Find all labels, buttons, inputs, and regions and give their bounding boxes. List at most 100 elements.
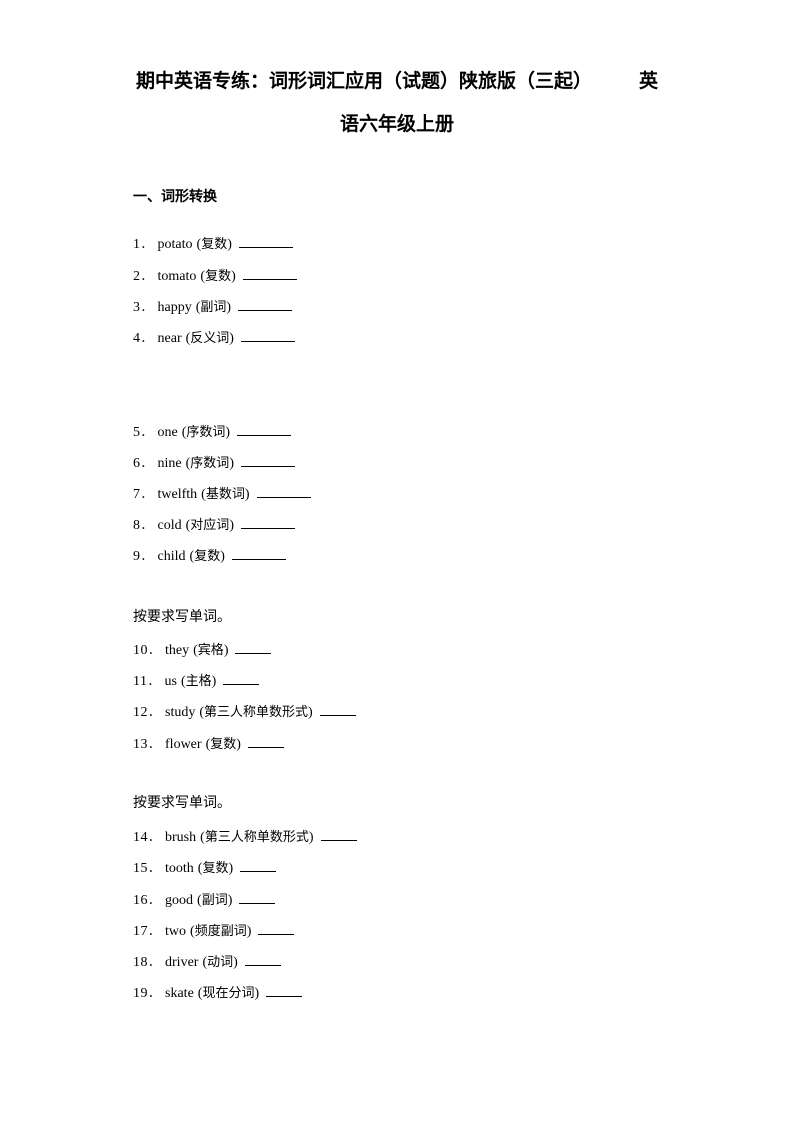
- answer-blank[interactable]: [240, 453, 295, 467]
- question-item: 3 ． happy (副词): [133, 297, 293, 316]
- hint-text: 主格: [185, 674, 212, 689]
- question-word: potato: [157, 237, 193, 252]
- hint-close-paren: ): [308, 830, 314, 845]
- question-item: 14 ． brush (第三人称单数形式): [133, 827, 357, 846]
- question-number-dot: ．: [148, 830, 161, 844]
- question-item: 7 ． twelfth (基数词): [133, 484, 311, 503]
- hint-text: 反义词: [190, 331, 230, 346]
- answer-blank[interactable]: [235, 640, 272, 654]
- question-hint: (宾格): [193, 643, 228, 659]
- section-1-heading: 一、词形转换: [133, 189, 217, 205]
- question-item: 19 ． skate (现在分词): [133, 983, 303, 1002]
- question-item: 4 ． near (反义词): [133, 328, 295, 347]
- question-number-dot: ．: [140, 518, 153, 532]
- question-item: 9 ． child (复数): [133, 546, 286, 565]
- question-word: tooth: [165, 861, 194, 876]
- answer-blank[interactable]: [238, 297, 293, 311]
- question-number-dot: ．: [148, 643, 161, 657]
- question-item: 11 ． us (主格): [133, 671, 260, 690]
- answer-blank[interactable]: [320, 827, 357, 841]
- question-number-dot: ．: [140, 269, 153, 283]
- document-title-line-2: 语六年级上册: [339, 113, 454, 135]
- question-number: 8: [133, 518, 141, 533]
- hint-close-paren: ): [254, 986, 260, 1001]
- question-word: they: [165, 643, 190, 658]
- hint-close-paren: ): [225, 425, 231, 440]
- hint-close-paren: ): [220, 549, 225, 564]
- hint-text: 动词: [207, 955, 234, 970]
- question-item: 12 ． study (第三人称单数形式): [133, 702, 356, 721]
- hint-close-paren: ): [308, 705, 313, 720]
- answer-blank[interactable]: [256, 484, 311, 498]
- answer-blank[interactable]: [237, 422, 292, 436]
- hint-text: 复数: [210, 737, 237, 752]
- question-number-dot: ．: [148, 955, 161, 969]
- hint-text: 序数词: [190, 456, 230, 471]
- question-number: 19: [133, 986, 148, 1001]
- question-number: 18: [133, 955, 148, 970]
- answer-blank[interactable]: [244, 952, 281, 966]
- answer-blank[interactable]: [239, 890, 276, 904]
- question-item: 1 ． potato (复数): [133, 234, 293, 253]
- answer-blank[interactable]: [238, 234, 293, 248]
- question-item: 10 ． they (宾格): [133, 640, 272, 659]
- question-number: 15: [133, 861, 148, 876]
- hint-close-paren: ): [233, 955, 238, 970]
- answer-blank[interactable]: [240, 515, 295, 529]
- question-number: 14: [133, 830, 148, 845]
- question-word: flower: [165, 737, 202, 752]
- question-hint: (基数词): [201, 487, 249, 503]
- question-word: child: [157, 549, 186, 564]
- title-main-text: 期中英语专练：词形词汇应用（试题）陕旅版（三起）: [136, 70, 593, 92]
- hint-close-paren: ): [246, 924, 252, 939]
- question-hint: (反义词): [186, 331, 234, 347]
- question-number-dot: ．: [140, 487, 153, 501]
- hint-close-paren: ): [223, 643, 229, 658]
- hint-close-paren: ): [229, 456, 234, 471]
- hint-close-paren: ): [236, 737, 241, 752]
- question-hint: (主格): [181, 674, 216, 690]
- question-number-dot: ．: [148, 737, 161, 751]
- question-number-dot: ．: [140, 425, 153, 439]
- question-word: tomato: [157, 269, 197, 284]
- question-word: skate: [165, 986, 194, 1001]
- answer-blank[interactable]: [240, 858, 277, 872]
- answer-blank[interactable]: [242, 266, 297, 280]
- answer-blank[interactable]: [231, 546, 286, 560]
- question-hint: (对应词): [186, 518, 234, 534]
- question-hint: (复数): [206, 737, 241, 753]
- question-number: 17: [133, 924, 148, 939]
- answer-blank[interactable]: [319, 702, 356, 716]
- question-hint: (频度副词): [190, 924, 251, 940]
- hint-text: 现在分词: [202, 986, 255, 1001]
- question-hint: (第三人称单数形式): [200, 830, 313, 846]
- answer-blank[interactable]: [223, 671, 260, 685]
- question-item: 2 ． tomato (复数): [133, 266, 297, 285]
- title-wrap-char: 英: [638, 70, 658, 92]
- hint-close-paren: ): [227, 237, 232, 252]
- question-number: 4: [133, 331, 141, 346]
- answer-blank[interactable]: [258, 921, 295, 935]
- answer-blank[interactable]: [266, 983, 303, 997]
- question-word: twelfth: [157, 487, 198, 502]
- question-item: 18 ． driver (动词): [133, 952, 281, 971]
- question-hint: (副词): [197, 893, 232, 909]
- question-hint: (序数词): [182, 425, 230, 441]
- question-word: one: [157, 425, 178, 440]
- question-hint: (副词): [196, 300, 231, 316]
- hint-text: 第三人称单数形式: [204, 830, 309, 845]
- question-number: 2: [133, 269, 141, 284]
- answer-blank[interactable]: [240, 328, 295, 342]
- hint-close-paren: ): [228, 861, 234, 876]
- question-number: 10: [133, 643, 148, 658]
- question-number: 9: [133, 549, 141, 564]
- question-word: good: [165, 893, 194, 908]
- question-item: 6 ． nine (序数词): [133, 453, 295, 472]
- question-number: 1: [133, 237, 141, 252]
- answer-blank[interactable]: [247, 734, 284, 748]
- section-2-instruction: 按要求写单词。: [133, 609, 231, 625]
- question-word: driver: [165, 955, 199, 970]
- hint-text: 频度副词: [194, 924, 247, 939]
- question-item: 16 ． good (副词): [133, 890, 276, 909]
- hint-close-paren: ): [244, 487, 250, 502]
